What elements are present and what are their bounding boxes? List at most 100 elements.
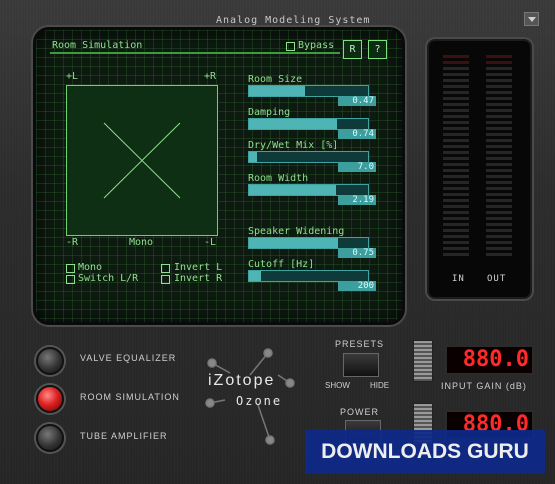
- output-meter-column: [486, 55, 512, 259]
- stereo-cross-icon: [103, 122, 181, 199]
- meter-segment: [443, 193, 469, 196]
- help-button[interactable]: ?: [368, 40, 387, 59]
- mono-checkbox[interactable]: [66, 264, 75, 273]
- meter-segment: [486, 241, 512, 244]
- meter-segment: [486, 121, 512, 124]
- presets-hide[interactable]: HIDE: [370, 381, 389, 390]
- reset-button[interactable]: R: [343, 40, 362, 59]
- meter-segment: [443, 169, 469, 172]
- meter-segment: [443, 181, 469, 184]
- meter-segment: [486, 169, 512, 172]
- meter-segment: [443, 223, 469, 226]
- meter-segment: [486, 79, 512, 82]
- switch-lr-label: Switch L/R: [78, 273, 139, 284]
- invert-l-label: Invert L: [174, 262, 223, 273]
- speaker-widening-fill: [249, 238, 339, 248]
- presets-button[interactable]: [343, 353, 379, 377]
- invert-l-checkbox[interactable]: [161, 264, 170, 273]
- meter-in-label: IN: [452, 274, 465, 284]
- meter-segment: [443, 241, 469, 244]
- meter-segment: [443, 157, 469, 160]
- meter-segment: [443, 91, 469, 94]
- damping-fill: [249, 119, 338, 129]
- meter-segment: [443, 253, 469, 256]
- minimize-button[interactable]: [524, 12, 539, 26]
- meter-segment: [443, 103, 469, 106]
- meter-segment: [443, 79, 469, 82]
- damping-value: 0.74: [338, 129, 376, 139]
- meter-segment: [486, 253, 512, 256]
- meter-segment: [443, 199, 469, 202]
- meter-segment: [486, 109, 512, 112]
- meter-segment: [486, 181, 512, 184]
- room-simulation-button[interactable]: [36, 385, 64, 413]
- valve-equalizer-label: VALVE EQUALIZER: [80, 353, 177, 363]
- meter-segment: [486, 199, 512, 202]
- meter-segment: [443, 121, 469, 124]
- meter-segment: [443, 67, 469, 70]
- meter-segment: [486, 193, 512, 196]
- input-gain-display: 880.0: [445, 345, 534, 375]
- meter-segment: [443, 151, 469, 154]
- meter-segment: [486, 61, 512, 64]
- meter-segment: [443, 109, 469, 112]
- power-label: POWER: [340, 407, 380, 417]
- window-title: Analog Modeling System: [216, 15, 371, 26]
- title-divider: [50, 52, 340, 54]
- xy-bottom-left: -R: [66, 237, 79, 248]
- meter-segment: [486, 91, 512, 94]
- stereo-xy-pad[interactable]: [66, 85, 218, 236]
- meter-segment: [486, 97, 512, 100]
- bypass-label: Bypass: [298, 40, 335, 51]
- switch-lr-checkbox[interactable]: [66, 275, 75, 284]
- meter-segment: [443, 163, 469, 166]
- meter-segment: [486, 205, 512, 208]
- meter-segment: [443, 115, 469, 118]
- room-size-fill: [249, 86, 305, 96]
- invert-r-checkbox[interactable]: [161, 275, 170, 284]
- cutoff-label: Cutoff [Hz]: [248, 259, 315, 270]
- xy-bottom-center: Mono: [129, 237, 154, 248]
- meter-segment: [486, 187, 512, 190]
- speaker-widening-label: Speaker Widening: [248, 226, 345, 237]
- meter-segment: [443, 139, 469, 142]
- meter-segment: [443, 55, 469, 58]
- room-width-label: Room Width: [248, 173, 309, 184]
- dry-wet-value: 7.0: [338, 162, 376, 172]
- room-width-value: 2.19: [338, 195, 376, 205]
- xy-bottom-right: -L: [204, 237, 217, 248]
- presets-show[interactable]: SHOW: [325, 381, 350, 390]
- meter-segment: [443, 73, 469, 76]
- meter-segment: [443, 217, 469, 220]
- app-window: Analog Modeling System Room Simulation B…: [0, 0, 555, 484]
- meter-segment: [486, 229, 512, 232]
- input-gain-label: INPUT GAIN (dB): [441, 381, 527, 391]
- meter-segment: [486, 115, 512, 118]
- input-gain-fader[interactable]: [413, 340, 433, 382]
- meter-segment: [443, 145, 469, 148]
- meter-segment: [486, 145, 512, 148]
- product-logo-text: Ozone: [236, 394, 283, 408]
- valve-equalizer-button[interactable]: [36, 347, 64, 375]
- meter-segment: [486, 223, 512, 226]
- meter-segment: [486, 217, 512, 220]
- meter-segment: [443, 211, 469, 214]
- input-meter-column: [443, 55, 469, 259]
- meter-segment: [486, 85, 512, 88]
- bypass-checkbox[interactable]: [286, 42, 295, 51]
- meter-segment: [486, 175, 512, 178]
- meter-segment: [443, 229, 469, 232]
- room-size-value: 0.47: [338, 96, 376, 106]
- room-simulation-screen: Room Simulation Bypass R ? +L +R -R Mono…: [33, 27, 405, 325]
- meter-segment: [486, 73, 512, 76]
- meter-segment: [443, 247, 469, 250]
- meter-segment: [443, 175, 469, 178]
- meter-segment: [443, 85, 469, 88]
- meter-segment: [443, 187, 469, 190]
- speaker-widening-value: 0.75: [338, 248, 376, 258]
- dry-wet-label: Dry/Wet Mix [%]: [248, 140, 339, 151]
- meter-segment: [443, 97, 469, 100]
- tube-amplifier-button[interactable]: [36, 424, 64, 452]
- xy-top-right: +R: [204, 71, 217, 82]
- meter-segment: [443, 205, 469, 208]
